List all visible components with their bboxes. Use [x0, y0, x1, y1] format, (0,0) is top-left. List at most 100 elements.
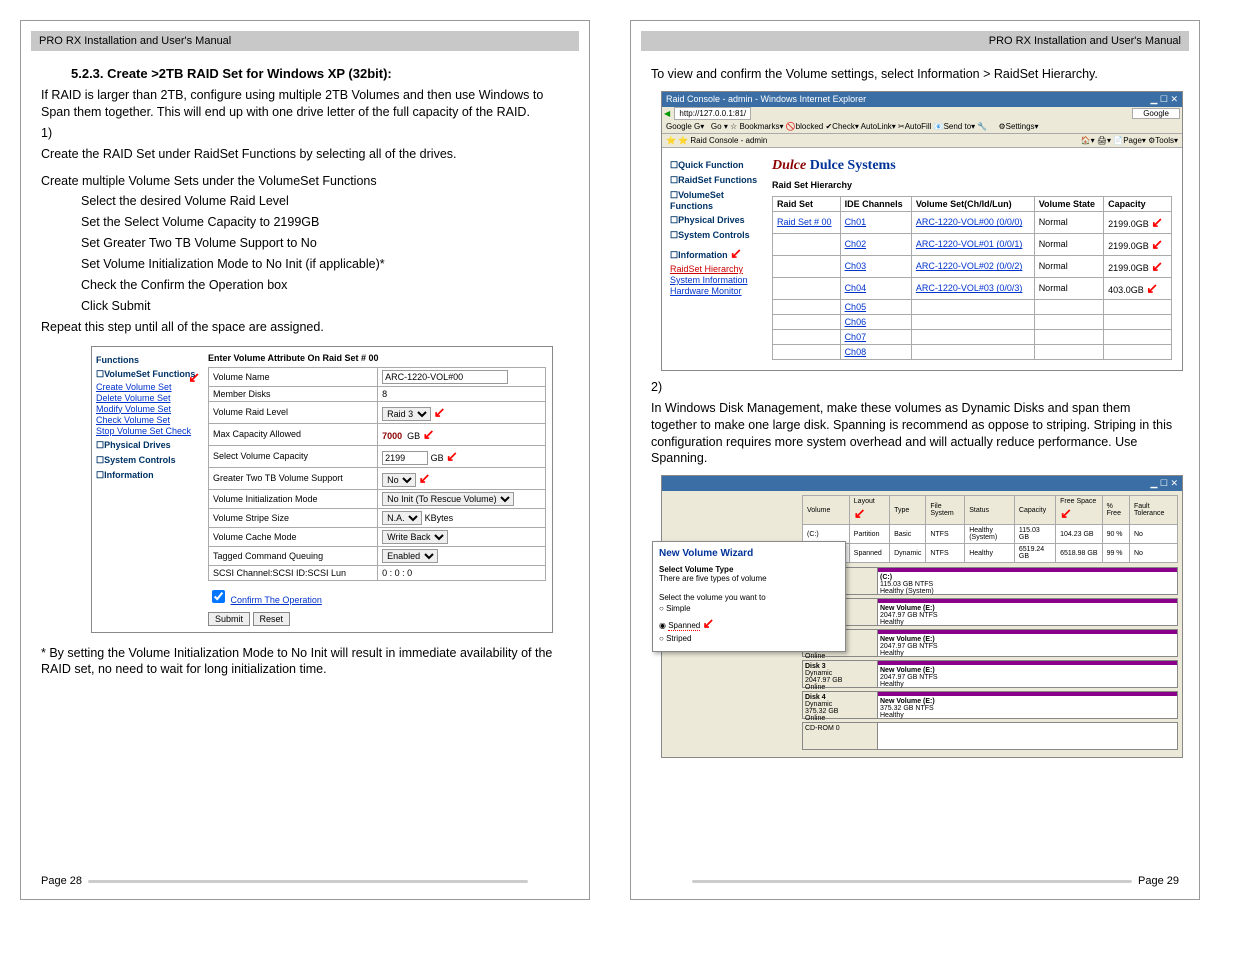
window-controls-icon[interactable]: ▁ ☐ ✕ [1150, 94, 1178, 105]
volume-attr-table: Volume Name Member Disks8 Volume Raid Le… [208, 367, 546, 581]
brand-logo: Dulce Dulce Systems [772, 158, 1172, 174]
rsh-title: Raid Set Hierarchy [772, 180, 1172, 190]
cell: 2199.0GB ↙ [1104, 211, 1172, 233]
cell: 403.0GB ↙ [1104, 277, 1172, 299]
cell: Ch06 [840, 314, 911, 329]
vs-line: Check the Confirm the Operation box [81, 277, 569, 294]
nav-link[interactable]: Hardware Monitor [670, 286, 765, 296]
attr-label: Volume Stripe Size [209, 508, 378, 527]
th: Volume State [1034, 196, 1103, 211]
confirm-label: Confirm The Operation [231, 595, 322, 605]
cell: Ch08 [840, 344, 911, 359]
raid-level-select[interactable]: Raid 3 [382, 407, 431, 421]
ie-tabs: ⭐ ⭐ Raid Console - admin 🏠▾ 🖨▾ 📄Page▾ ⚙T… [662, 134, 1182, 148]
attr-label: Volume Cache Mode [209, 527, 378, 546]
dm-disk: Disk 4Dynamic375.32 GBOnlineNew Volume (… [802, 691, 1178, 719]
sidebar-heading: Functions [96, 355, 196, 365]
cell [773, 344, 841, 359]
vs-intro: Create multiple Volume Sets under the Vo… [41, 173, 569, 190]
cell [773, 277, 841, 299]
cell [1034, 299, 1103, 314]
nav-link[interactable]: RaidSet Hierarchy [670, 264, 765, 274]
form-title: Enter Volume Attribute On Raid Set # 00 [208, 353, 546, 363]
attr-value: 7000 GB ↙ [378, 423, 546, 445]
cache-select[interactable]: Write Back [382, 530, 448, 544]
init-mode-select[interactable]: No Init (To Rescue Volume) [382, 492, 514, 506]
th: Volume Set(Ch/Id/Lun) [911, 196, 1034, 211]
nav-item[interactable]: ☐Information ↙ [670, 245, 765, 262]
nav-link[interactable]: System Information [670, 275, 765, 285]
nav-item[interactable]: ☐System Controls [670, 230, 765, 241]
sidebar-link[interactable]: Create Volume Set [96, 382, 196, 392]
url-bar[interactable]: http://127.0.0.1:81/ [674, 107, 751, 120]
dm-screenshot: ▁ ☐ ✕ VolumeLayout ↙TypeFile SystemStatu… [661, 475, 1183, 758]
attr-label: Volume Raid Level [209, 401, 378, 423]
attr-label: Member Disks [209, 386, 378, 401]
raid-sidebar: Functions ☐VolumeSet Functions ↙ Create … [92, 347, 200, 487]
capacity-input[interactable] [382, 451, 428, 465]
sidebar-link[interactable]: Stop Volume Set Check [96, 426, 196, 436]
cell: 2199.0GB ↙ [1104, 233, 1172, 255]
raid-form-screenshot: Functions ☐VolumeSet Functions ↙ Create … [91, 346, 553, 633]
page-number: Page 29 [1138, 875, 1179, 887]
attr-value: Raid 3 ↙ [378, 401, 546, 423]
stripe-select[interactable]: N.A. [382, 511, 422, 525]
dm-disk: Disk 2Dynamic2047.97 GBOnlineNew Volume … [802, 629, 1178, 657]
reset-button[interactable]: Reset [253, 612, 291, 626]
dm-titlebar: ▁ ☐ ✕ [662, 476, 1182, 491]
radio-striped[interactable]: ○ Striped [659, 634, 839, 643]
page-number: Page 28 [41, 875, 82, 887]
dm-volume-table: VolumeLayout ↙TypeFile SystemStatusCapac… [802, 495, 1178, 563]
back-icon[interactable]: ◀ [664, 109, 670, 118]
tcq-select[interactable]: Enabled [382, 549, 438, 563]
cell: Normal [1034, 211, 1103, 233]
raid-sidebar: ☐Quick Function ☐RaidSet Functions ☐Volu… [666, 152, 769, 301]
attr-value: No Init (To Rescue Volume) [378, 489, 546, 508]
wizard-title: New Volume Wizard [659, 548, 839, 559]
dm-disk-list: Disk 0Basic115.03 GBOnline(C:)115.03 GB … [802, 567, 1178, 719]
sidebar-link[interactable]: Delete Volume Set [96, 393, 196, 403]
g2tb-select[interactable]: No [382, 473, 416, 487]
vs-line: Select the desired Volume Raid Level [81, 193, 569, 210]
sidebar-heading: ☐VolumeSet Functions ↙ [96, 369, 196, 380]
cell [1034, 344, 1103, 359]
wizard-desc: There are five types of volume [659, 574, 839, 583]
cell: Ch05 [840, 299, 911, 314]
dm-body: VolumeLayout ↙TypeFile SystemStatusCapac… [662, 491, 1182, 757]
cell: 2199.0GB ↙ [1104, 255, 1172, 277]
cell: Ch07 [840, 329, 911, 344]
step1-label: 1) [41, 125, 569, 142]
attr-label: SCSI Channel:SCSI ID:SCSI Lun [209, 565, 378, 580]
nav-item[interactable]: ☐Quick Function [670, 160, 765, 171]
th: IDE Channels [840, 196, 911, 211]
intro-right: To view and confirm the Volume settings,… [651, 66, 1179, 83]
attr-value: 8 [378, 386, 546, 401]
sidebar-heading: ☐Physical Drives [96, 440, 196, 451]
cell [773, 329, 841, 344]
volume-name-input[interactable] [382, 370, 508, 384]
radio-spanned[interactable]: ◉ Spanned ↙ [659, 615, 839, 632]
cell [911, 314, 1034, 329]
nav-item[interactable]: ☐Physical Drives [670, 215, 765, 226]
sidebar-link[interactable]: Check Volume Set [96, 415, 196, 425]
attr-label: Greater Two TB Volume Support [209, 467, 378, 489]
vs-line: Set Volume Initialization Mode to No Ini… [81, 256, 569, 273]
nav-item[interactable]: ☐RaidSet Functions [670, 175, 765, 186]
raid-form-main: Enter Volume Attribute On Raid Set # 00 … [202, 347, 552, 632]
attr-label: Volume Name [209, 367, 378, 386]
repeat-text: Repeat this step until all of the space … [41, 319, 569, 336]
search-box[interactable]: Google [1132, 108, 1180, 119]
nav-item[interactable]: ☐VolumeSet Functions [670, 190, 765, 211]
radio-simple[interactable]: ○ Simple [659, 604, 839, 613]
submit-button[interactable]: Submit [208, 612, 250, 626]
page-footer: Page 28 [41, 875, 528, 887]
page-left: PRO RX Installation and User's Manual 5.… [20, 20, 590, 900]
cell [1034, 314, 1103, 329]
confirm-checkbox[interactable] [212, 590, 225, 603]
sidebar-link[interactable]: Modify Volume Set [96, 404, 196, 414]
window-controls-icon[interactable]: ▁ ☐ ✕ [1150, 478, 1178, 489]
attr-value: N.A. KBytes [378, 508, 546, 527]
wizard-subtitle: Select Volume Type [659, 565, 839, 574]
vs-line: Set Greater Two TB Volume Support to No [81, 235, 569, 252]
dm-disk: Disk 3Dynamic2047.97 GBOnlineNew Volume … [802, 660, 1178, 688]
